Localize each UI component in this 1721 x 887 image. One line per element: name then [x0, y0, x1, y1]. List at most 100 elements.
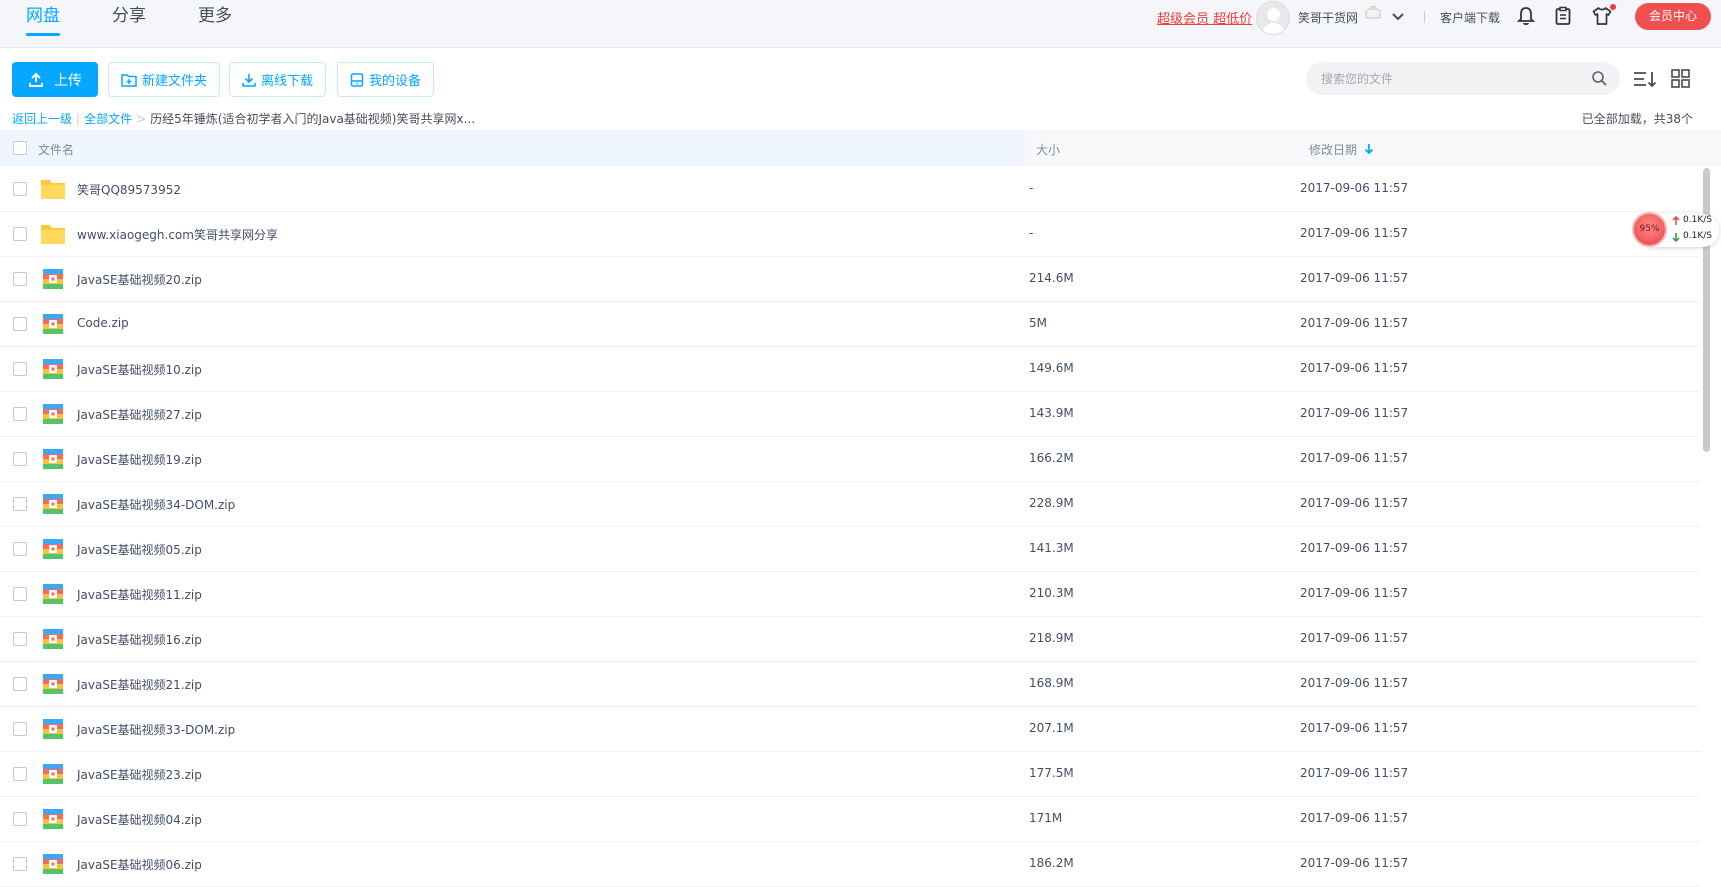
username[interactable]: 笑哥干货网 [1298, 9, 1358, 26]
column-size[interactable]: 大小 [1036, 141, 1060, 158]
row-checkbox[interactable] [13, 362, 27, 376]
column-name[interactable]: 文件名 [38, 141, 74, 158]
file-size: 210.3M [1029, 586, 1074, 600]
scroll-thumb[interactable] [1703, 168, 1710, 452]
search-icon[interactable] [1591, 70, 1608, 87]
row-checkbox[interactable] [13, 767, 27, 781]
file-date: 2017-09-06 11:57 [1300, 316, 1409, 330]
file-name[interactable]: JavaSE基础视频21.zip [77, 676, 202, 693]
file-name[interactable]: 笑哥QQ89573952 [77, 181, 181, 198]
scrollbar[interactable] [1701, 167, 1711, 861]
network-speed-widget[interactable]: 95% 0.1K/S 0.1K/S [1632, 212, 1719, 247]
member-center-button[interactable]: 会员中心 [1635, 3, 1711, 30]
tab-netdisk[interactable]: 网盘 [26, 5, 60, 36]
row-checkbox[interactable] [13, 542, 27, 556]
file-row[interactable]: 笑哥QQ89573952 - 2017-09-06 11:57 [0, 167, 1700, 212]
all-files-link[interactable]: 全部文件 [84, 110, 132, 127]
file-row[interactable]: JavaSE基础视频27.zip 143.9M 2017-09-06 11:57 [0, 392, 1700, 437]
file-name[interactable]: JavaSE基础视频23.zip [77, 766, 202, 783]
zip-archive-icon [43, 719, 63, 739]
client-download-link[interactable]: 客户端下载 [1440, 9, 1500, 26]
file-name[interactable]: JavaSE基础视频05.zip [77, 541, 202, 558]
sort-list-icon[interactable] [1632, 67, 1658, 91]
file-row[interactable]: Code.zip 5M 2017-09-06 11:57 [0, 302, 1700, 347]
zip-archive-icon [43, 764, 63, 784]
file-name[interactable]: JavaSE基础视频33-DOM.zip [77, 721, 235, 738]
file-name[interactable]: JavaSE基础视频06.zip [77, 856, 202, 873]
file-name[interactable]: JavaSE基础视频27.zip [77, 406, 202, 423]
file-size: 168.9M [1029, 676, 1074, 690]
device-icon [350, 72, 364, 87]
row-checkbox[interactable] [13, 722, 27, 736]
grid-view-icon[interactable] [1668, 67, 1694, 91]
row-checkbox[interactable] [13, 452, 27, 466]
vip-promo-link[interactable]: 超级会员 超低价 [1157, 8, 1252, 27]
sort-desc-icon[interactable] [1364, 143, 1374, 155]
file-size: 143.9M [1029, 406, 1074, 420]
file-date: 2017-09-06 11:57 [1300, 361, 1409, 375]
search-input[interactable] [1321, 71, 1581, 86]
file-date: 2017-09-06 11:57 [1300, 226, 1409, 240]
file-row[interactable]: JavaSE基础视频16.zip 218.9M 2017-09-06 11:57 [0, 617, 1700, 662]
file-name[interactable]: JavaSE基础视频34-DOM.zip [77, 496, 235, 513]
row-checkbox[interactable] [13, 587, 27, 601]
upload-label: 上传 [54, 72, 82, 89]
file-name[interactable]: www.xiaogegh.com笑哥共享网分享 [77, 226, 278, 243]
file-row[interactable]: JavaSE基础视频19.zip 166.2M 2017-09-06 11:57 [0, 437, 1700, 482]
folder-icon [41, 225, 65, 244]
back-link[interactable]: 返回上一级 [12, 110, 72, 127]
upload-button[interactable]: 上传 [12, 62, 98, 97]
file-row[interactable]: www.xiaogegh.com笑哥共享网分享 - 2017-09-06 11:… [0, 212, 1700, 257]
my-devices-button[interactable]: 我的设备 [337, 62, 435, 97]
chevron-down-icon[interactable] [1390, 9, 1406, 25]
file-date: 2017-09-06 11:57 [1300, 721, 1409, 735]
new-folder-icon [121, 73, 137, 87]
file-name[interactable]: JavaSE基础视频20.zip [77, 271, 202, 288]
row-checkbox[interactable] [13, 857, 27, 871]
file-date: 2017-09-06 11:57 [1300, 406, 1409, 420]
file-date: 2017-09-06 11:57 [1300, 631, 1409, 645]
file-name[interactable]: JavaSE基础视频16.zip [77, 631, 202, 648]
row-checkbox[interactable] [13, 407, 27, 421]
new-folder-button[interactable]: 新建文件夹 [108, 62, 221, 97]
file-row[interactable]: JavaSE基础视频11.zip 210.3M 2017-09-06 11:57 [0, 572, 1700, 617]
file-row[interactable]: JavaSE基础视频33-DOM.zip 207.1M 2017-09-06 1… [0, 707, 1700, 752]
file-row[interactable]: JavaSE基础视频05.zip 141.3M 2017-09-06 11:57 [0, 527, 1700, 572]
file-name[interactable]: JavaSE基础视频10.zip [77, 361, 202, 378]
file-name[interactable]: JavaSE基础视频11.zip [77, 586, 202, 603]
file-row[interactable]: JavaSE基础视频21.zip 168.9M 2017-09-06 11:57 [0, 662, 1700, 707]
file-name[interactable]: JavaSE基础视频04.zip [77, 811, 202, 828]
file-row[interactable]: JavaSE基础视频04.zip 171M 2017-09-06 11:57 [0, 797, 1700, 842]
offline-download-button[interactable]: 离线下载 [229, 62, 327, 97]
avatar[interactable] [1256, 1, 1290, 35]
column-date[interactable]: 修改日期 [1309, 141, 1357, 158]
file-date: 2017-09-06 11:57 [1300, 586, 1409, 600]
row-checkbox[interactable] [13, 812, 27, 826]
row-checkbox[interactable] [13, 632, 27, 646]
row-checkbox[interactable] [13, 182, 27, 196]
file-row[interactable]: JavaSE基础视频23.zip 177.5M 2017-09-06 11:57 [0, 752, 1700, 797]
file-row[interactable]: JavaSE基础视频20.zip 214.6M 2017-09-06 11:57 [0, 257, 1700, 302]
bell-icon[interactable] [1515, 5, 1537, 27]
user-level-badge-icon [1365, 6, 1381, 19]
file-date: 2017-09-06 11:57 [1300, 856, 1409, 870]
file-row[interactable]: JavaSE基础视频10.zip 149.6M 2017-09-06 11:57 [0, 347, 1700, 392]
file-row[interactable]: JavaSE基础视频34-DOM.zip 228.9M 2017-09-06 1… [0, 482, 1700, 527]
select-all-checkbox[interactable] [13, 141, 27, 155]
row-checkbox[interactable] [13, 272, 27, 286]
top-navigation-bar: 网盘 分享 更多 超级会员 超低价 笑哥干货网 客户端下载 会员中心 [0, 0, 1721, 48]
file-name[interactable]: JavaSE基础视频19.zip [77, 451, 202, 468]
speed-percent[interactable]: 95% [1632, 212, 1667, 247]
tab-more[interactable]: 更多 [198, 5, 232, 35]
file-size: 166.2M [1029, 451, 1074, 465]
row-checkbox[interactable] [13, 677, 27, 691]
tab-share[interactable]: 分享 [112, 5, 146, 35]
clipboard-icon[interactable] [1552, 5, 1574, 27]
row-checkbox[interactable] [13, 497, 27, 511]
file-row[interactable]: JavaSE基础视频06.zip 186.2M 2017-09-06 11:57 [0, 842, 1700, 887]
current-folder: 历经5年锤炼(适合初学者入门的Java基础视频)笑哥共享网x... [150, 112, 476, 126]
row-checkbox[interactable] [13, 317, 27, 331]
file-date: 2017-09-06 11:57 [1300, 541, 1409, 555]
row-checkbox[interactable] [13, 227, 27, 241]
file-name[interactable]: Code.zip [77, 316, 129, 330]
